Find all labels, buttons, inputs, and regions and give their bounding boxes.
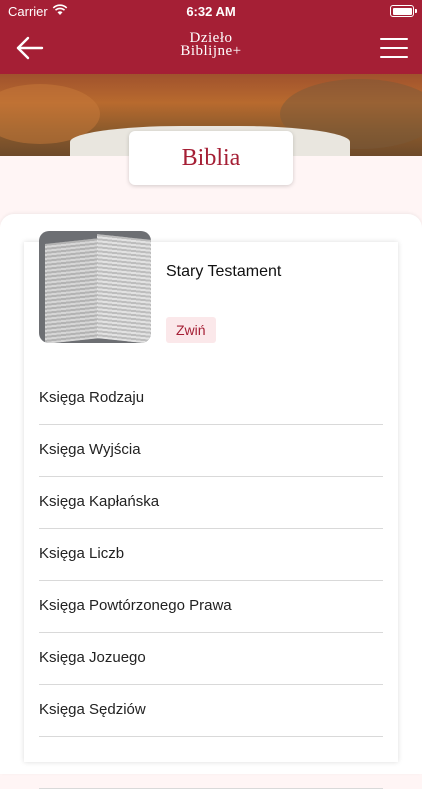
book-title: Księga Wyjścia xyxy=(39,441,141,458)
book-title: Księga Sędziów xyxy=(39,701,146,718)
section-title: Stary Testament xyxy=(166,263,282,280)
list-item[interactable]: Księga Jozuego xyxy=(39,633,383,685)
book-title: Księga Powtórzonego Prawa xyxy=(39,597,232,614)
collapse-button[interactable]: Zwiń xyxy=(166,317,216,343)
clock: 6:32 AM xyxy=(186,4,236,19)
list-item[interactable]: Księga Rodzaju xyxy=(39,373,383,425)
list-item[interactable]: Księga Sędziów xyxy=(39,685,383,737)
book-title: Księga Jozuego xyxy=(39,649,146,666)
book-title: Księga Rodzaju xyxy=(39,389,145,406)
book-title: Księga Kapłańska xyxy=(39,493,160,510)
testament-thumbnail-image xyxy=(39,231,151,343)
menu-button[interactable] xyxy=(380,36,408,60)
app-logo: Dzieło Biblijne+ xyxy=(0,31,422,59)
list-item[interactable]: Księga Wyjścia xyxy=(39,425,383,477)
book-title: Księga Liczb xyxy=(39,545,125,562)
book-list: Księga Rodzaju Księga Wyjścia Księga Kap… xyxy=(39,373,383,789)
list-item[interactable] xyxy=(39,737,383,789)
hamburger-menu-icon xyxy=(380,38,408,58)
logo-line-2: Biblijne+ xyxy=(180,43,242,59)
status-bar: Carrier 6:32 AM xyxy=(0,0,422,22)
page-title: Biblia xyxy=(129,131,293,185)
nav-bar: Dzieło Biblijne+ xyxy=(0,22,422,74)
battery-icon xyxy=(390,5,417,17)
list-item[interactable]: Księga Liczb xyxy=(39,529,383,581)
list-item[interactable]: Księga Powtórzonego Prawa xyxy=(39,581,383,633)
list-item[interactable]: Księga Kapłańska xyxy=(39,477,383,529)
